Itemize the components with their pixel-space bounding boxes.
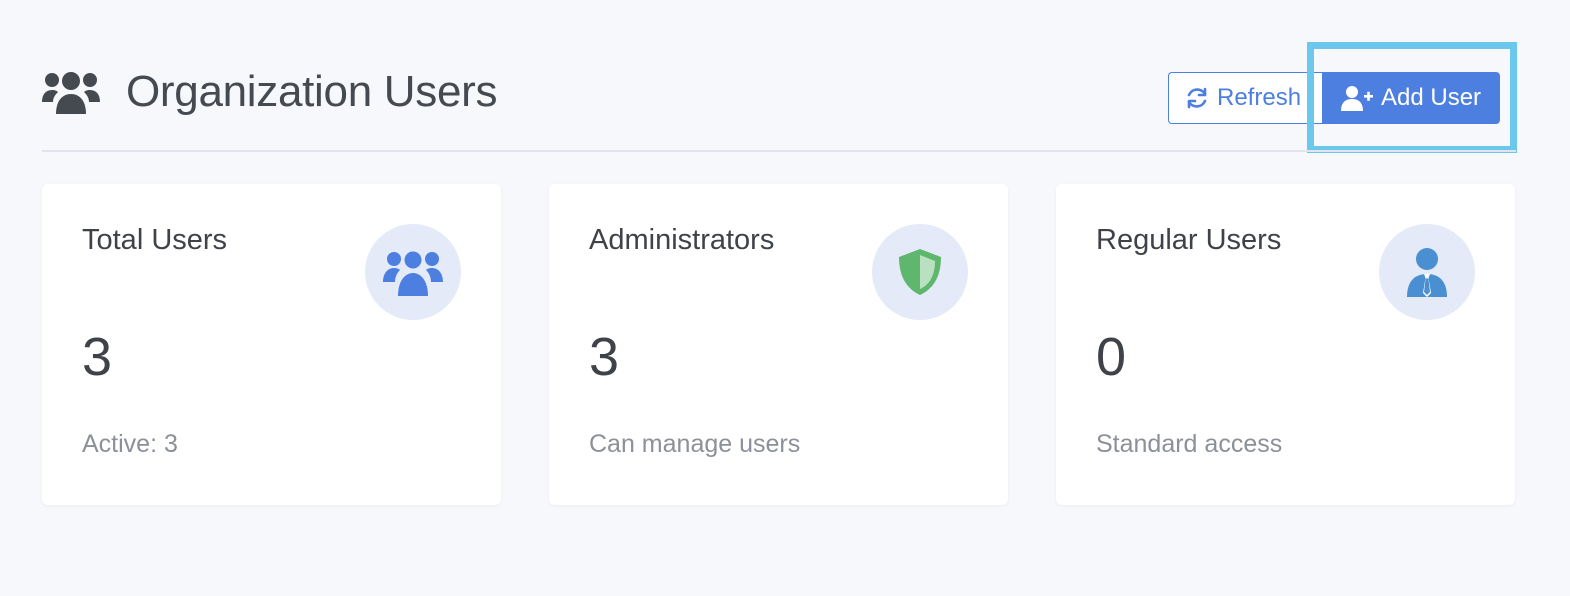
refresh-icon bbox=[1187, 87, 1207, 109]
header-divider bbox=[42, 150, 1516, 152]
card-title: Total Users bbox=[82, 224, 228, 256]
card-title: Administrators bbox=[589, 224, 775, 256]
administrators-card: Administrators 3 Can manage users bbox=[549, 184, 1008, 505]
card-value: 3 bbox=[82, 327, 113, 387]
card-subtitle: Standard access bbox=[1096, 430, 1283, 458]
card-icon-badge bbox=[1379, 224, 1475, 320]
header-actions: Refresh Add User bbox=[1168, 72, 1500, 124]
users-icon bbox=[383, 251, 443, 296]
card-subtitle: Can manage users bbox=[589, 430, 801, 458]
page-header: Organization Users bbox=[42, 62, 498, 122]
card-icon-badge bbox=[872, 224, 968, 320]
user-tie-icon bbox=[1407, 248, 1447, 297]
users-icon bbox=[42, 72, 100, 114]
add-user-button-label: Add User bbox=[1381, 84, 1482, 111]
refresh-button-label: Refresh bbox=[1217, 84, 1302, 111]
shield-icon bbox=[899, 249, 941, 295]
total-users-card: Total Users 3 Active: 3 bbox=[42, 184, 501, 505]
stats-cards: Total Users 3 Active: 3 Administrators 3… bbox=[42, 184, 1515, 505]
add-user-button[interactable]: Add User bbox=[1322, 72, 1500, 124]
card-title: Regular Users bbox=[1096, 224, 1282, 256]
card-icon-badge bbox=[365, 224, 461, 320]
card-subtitle: Active: 3 bbox=[82, 430, 178, 458]
regular-users-card: Regular Users 0 Standard access bbox=[1056, 184, 1515, 505]
user-plus-icon bbox=[1341, 86, 1373, 111]
refresh-button[interactable]: Refresh bbox=[1168, 72, 1322, 124]
card-value: 0 bbox=[1096, 327, 1127, 387]
card-value: 3 bbox=[589, 327, 620, 387]
page-title: Organization Users bbox=[126, 67, 498, 116]
